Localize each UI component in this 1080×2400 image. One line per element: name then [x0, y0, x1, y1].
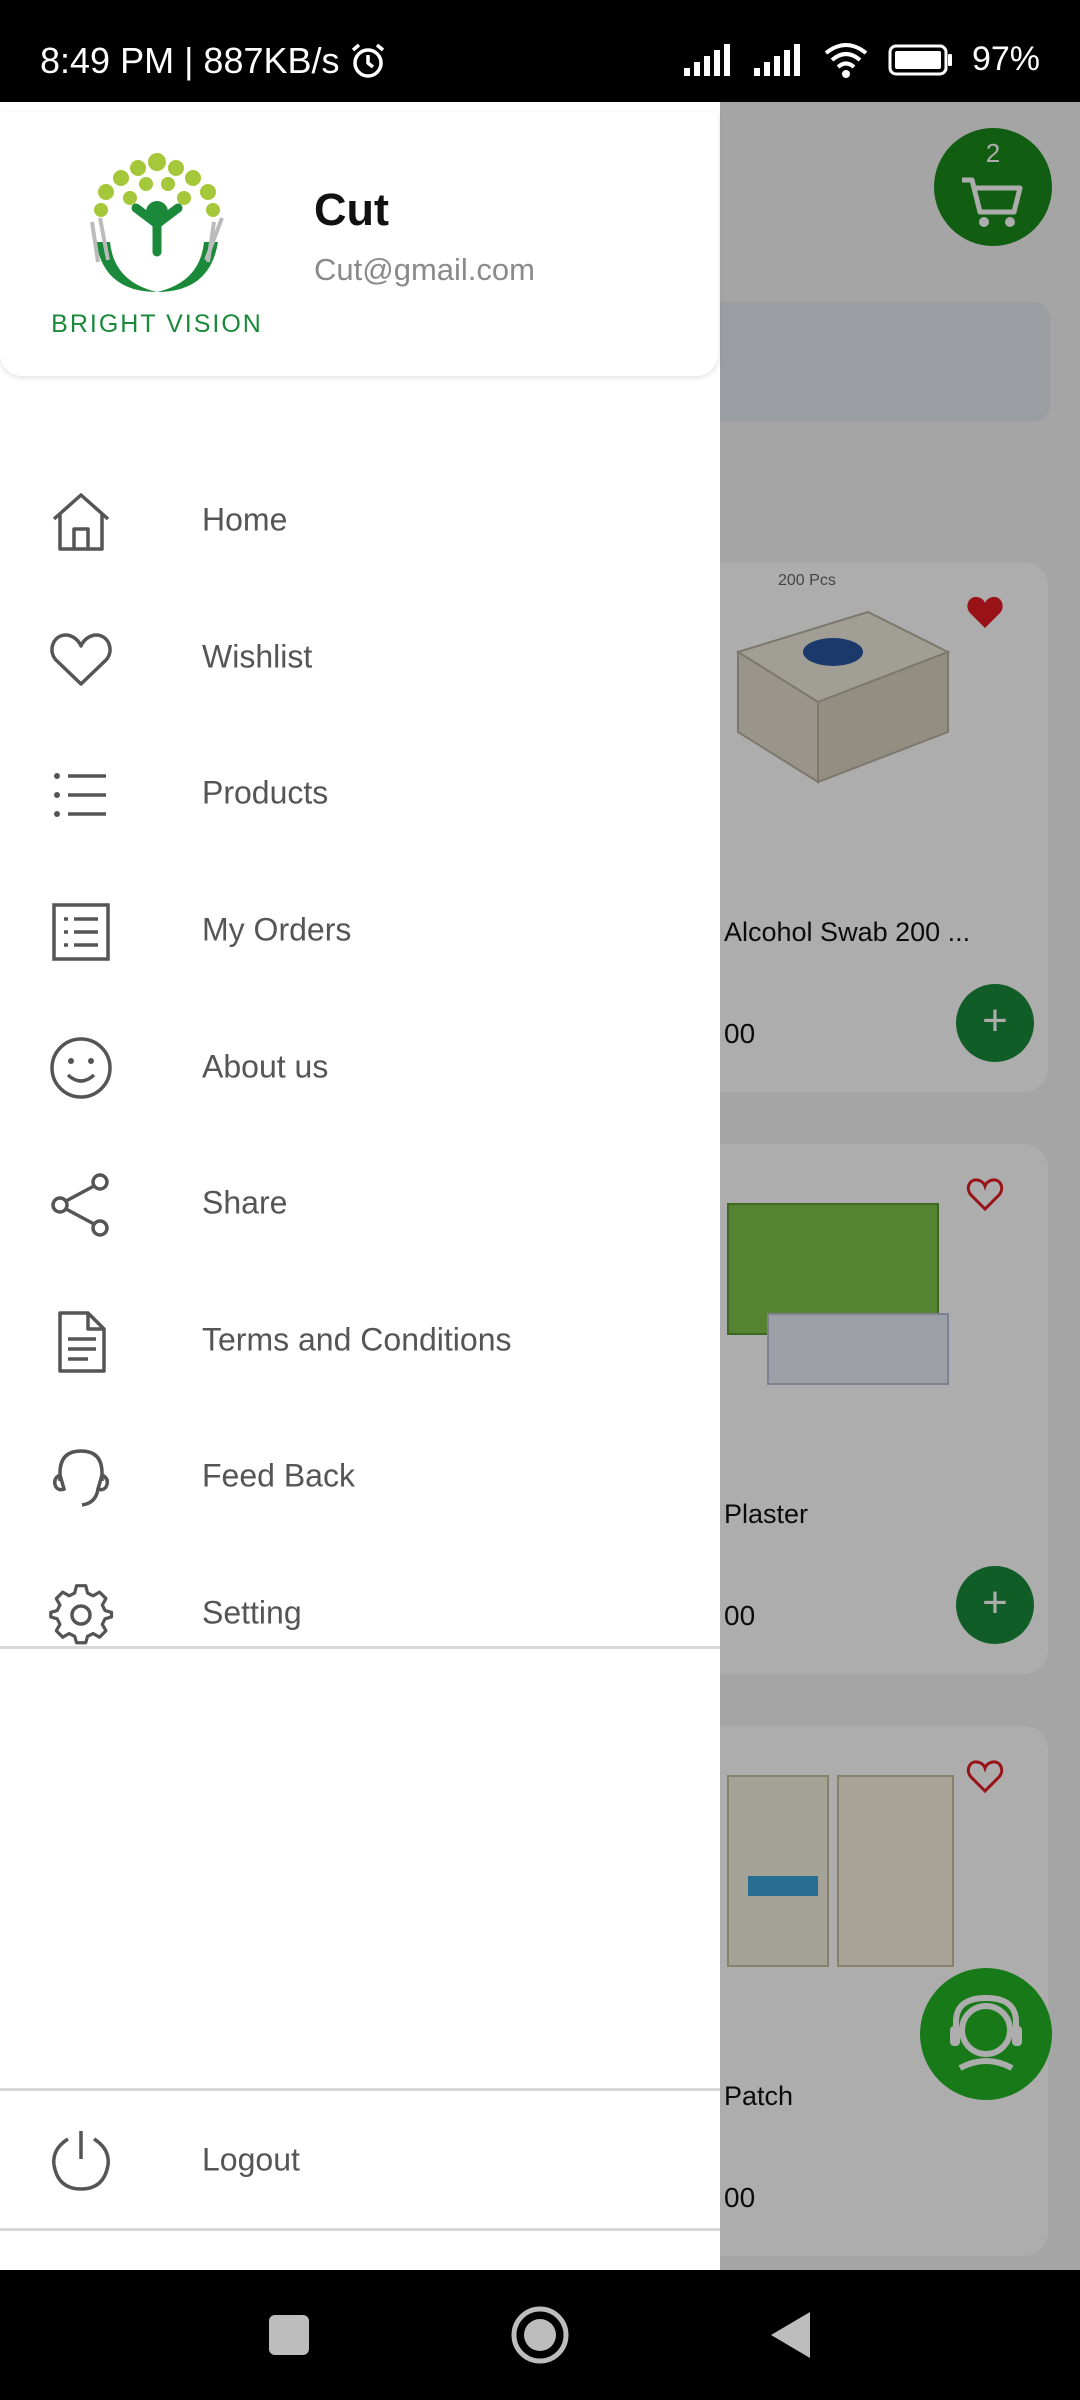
- smile-icon: [50, 1037, 112, 1100]
- battery-icon: [888, 44, 952, 75]
- menu-label: Wishlist: [202, 638, 313, 675]
- navigation-bar: [0, 2270, 1080, 2400]
- menu-label: About us: [202, 1048, 329, 1085]
- user-name: Cut: [314, 184, 389, 235]
- alarm-icon: [351, 43, 384, 78]
- signal-icon: [683, 43, 730, 76]
- battery-percent: 97%: [971, 40, 1040, 78]
- status-left: 8:49 PM | 887KB/s: [40, 40, 388, 82]
- back-icon[interactable]: [755, 2300, 825, 2370]
- menu-item-terms[interactable]: Terms and Conditions: [0, 1272, 720, 1409]
- status-time-speed: 8:49 PM | 887KB/s: [40, 40, 340, 81]
- menu-item-products[interactable]: Products: [0, 725, 720, 862]
- signal-icon: [753, 43, 800, 76]
- wifi-icon: [824, 42, 868, 78]
- orders-icon: [52, 903, 110, 961]
- menu-item-about-us[interactable]: About us: [0, 998, 720, 1135]
- recents-icon[interactable]: [254, 2300, 324, 2370]
- menu-label: My Orders: [202, 911, 352, 948]
- headset-icon: [52, 1449, 110, 1507]
- list-icon: [54, 773, 106, 818]
- menu-label: Products: [202, 774, 329, 811]
- menu-label: Home: [202, 501, 288, 538]
- menu-item-share[interactable]: Share: [0, 1135, 720, 1272]
- logo-text: BRIGHT VISION: [51, 310, 263, 338]
- menu-item-my-orders[interactable]: My Orders: [0, 862, 720, 999]
- menu-label: Setting: [202, 1594, 302, 1631]
- share-icon: [51, 1173, 109, 1237]
- logo-icon: [90, 153, 224, 292]
- home-icon: [52, 493, 110, 551]
- menu-item-home[interactable]: Home: [0, 452, 720, 589]
- menu-label: Feed Back: [202, 1457, 355, 1494]
- brand-logo: BRIGHT VISION: [26, 142, 288, 342]
- document-icon: [58, 1310, 106, 1373]
- power-icon: [52, 2131, 110, 2191]
- menu-item-setting[interactable]: Setting: [0, 1545, 720, 1682]
- logout-button[interactable]: Logout: [0, 2090, 720, 2230]
- logout-divider-bottom: [0, 2228, 720, 2231]
- home-nav-icon[interactable]: [505, 2300, 575, 2370]
- menu-label: Share: [202, 1184, 288, 1221]
- status-bar: 8:49 PM | 887KB/s 97%: [0, 0, 1080, 102]
- navigation-drawer: BRIGHT VISION Cut Cut@gmail.com Home Wis…: [0, 102, 720, 2270]
- menu-divider: [0, 1646, 720, 1649]
- logout-label: Logout: [202, 2141, 300, 2178]
- user-email: Cut@gmail.com: [314, 252, 535, 287]
- gear-icon: [49, 1583, 114, 1645]
- menu-label: Terms and Conditions: [202, 1321, 512, 1358]
- status-right: 97%: [682, 40, 1040, 79]
- drawer-header: BRIGHT VISION Cut Cut@gmail.com: [0, 112, 718, 376]
- menu-item-feedback[interactable]: Feed Back: [0, 1408, 720, 1545]
- heart-icon: [50, 632, 112, 686]
- menu-item-wishlist[interactable]: Wishlist: [0, 589, 720, 726]
- drawer-menu: Home Wishlist Products My Orders About u…: [0, 452, 720, 1681]
